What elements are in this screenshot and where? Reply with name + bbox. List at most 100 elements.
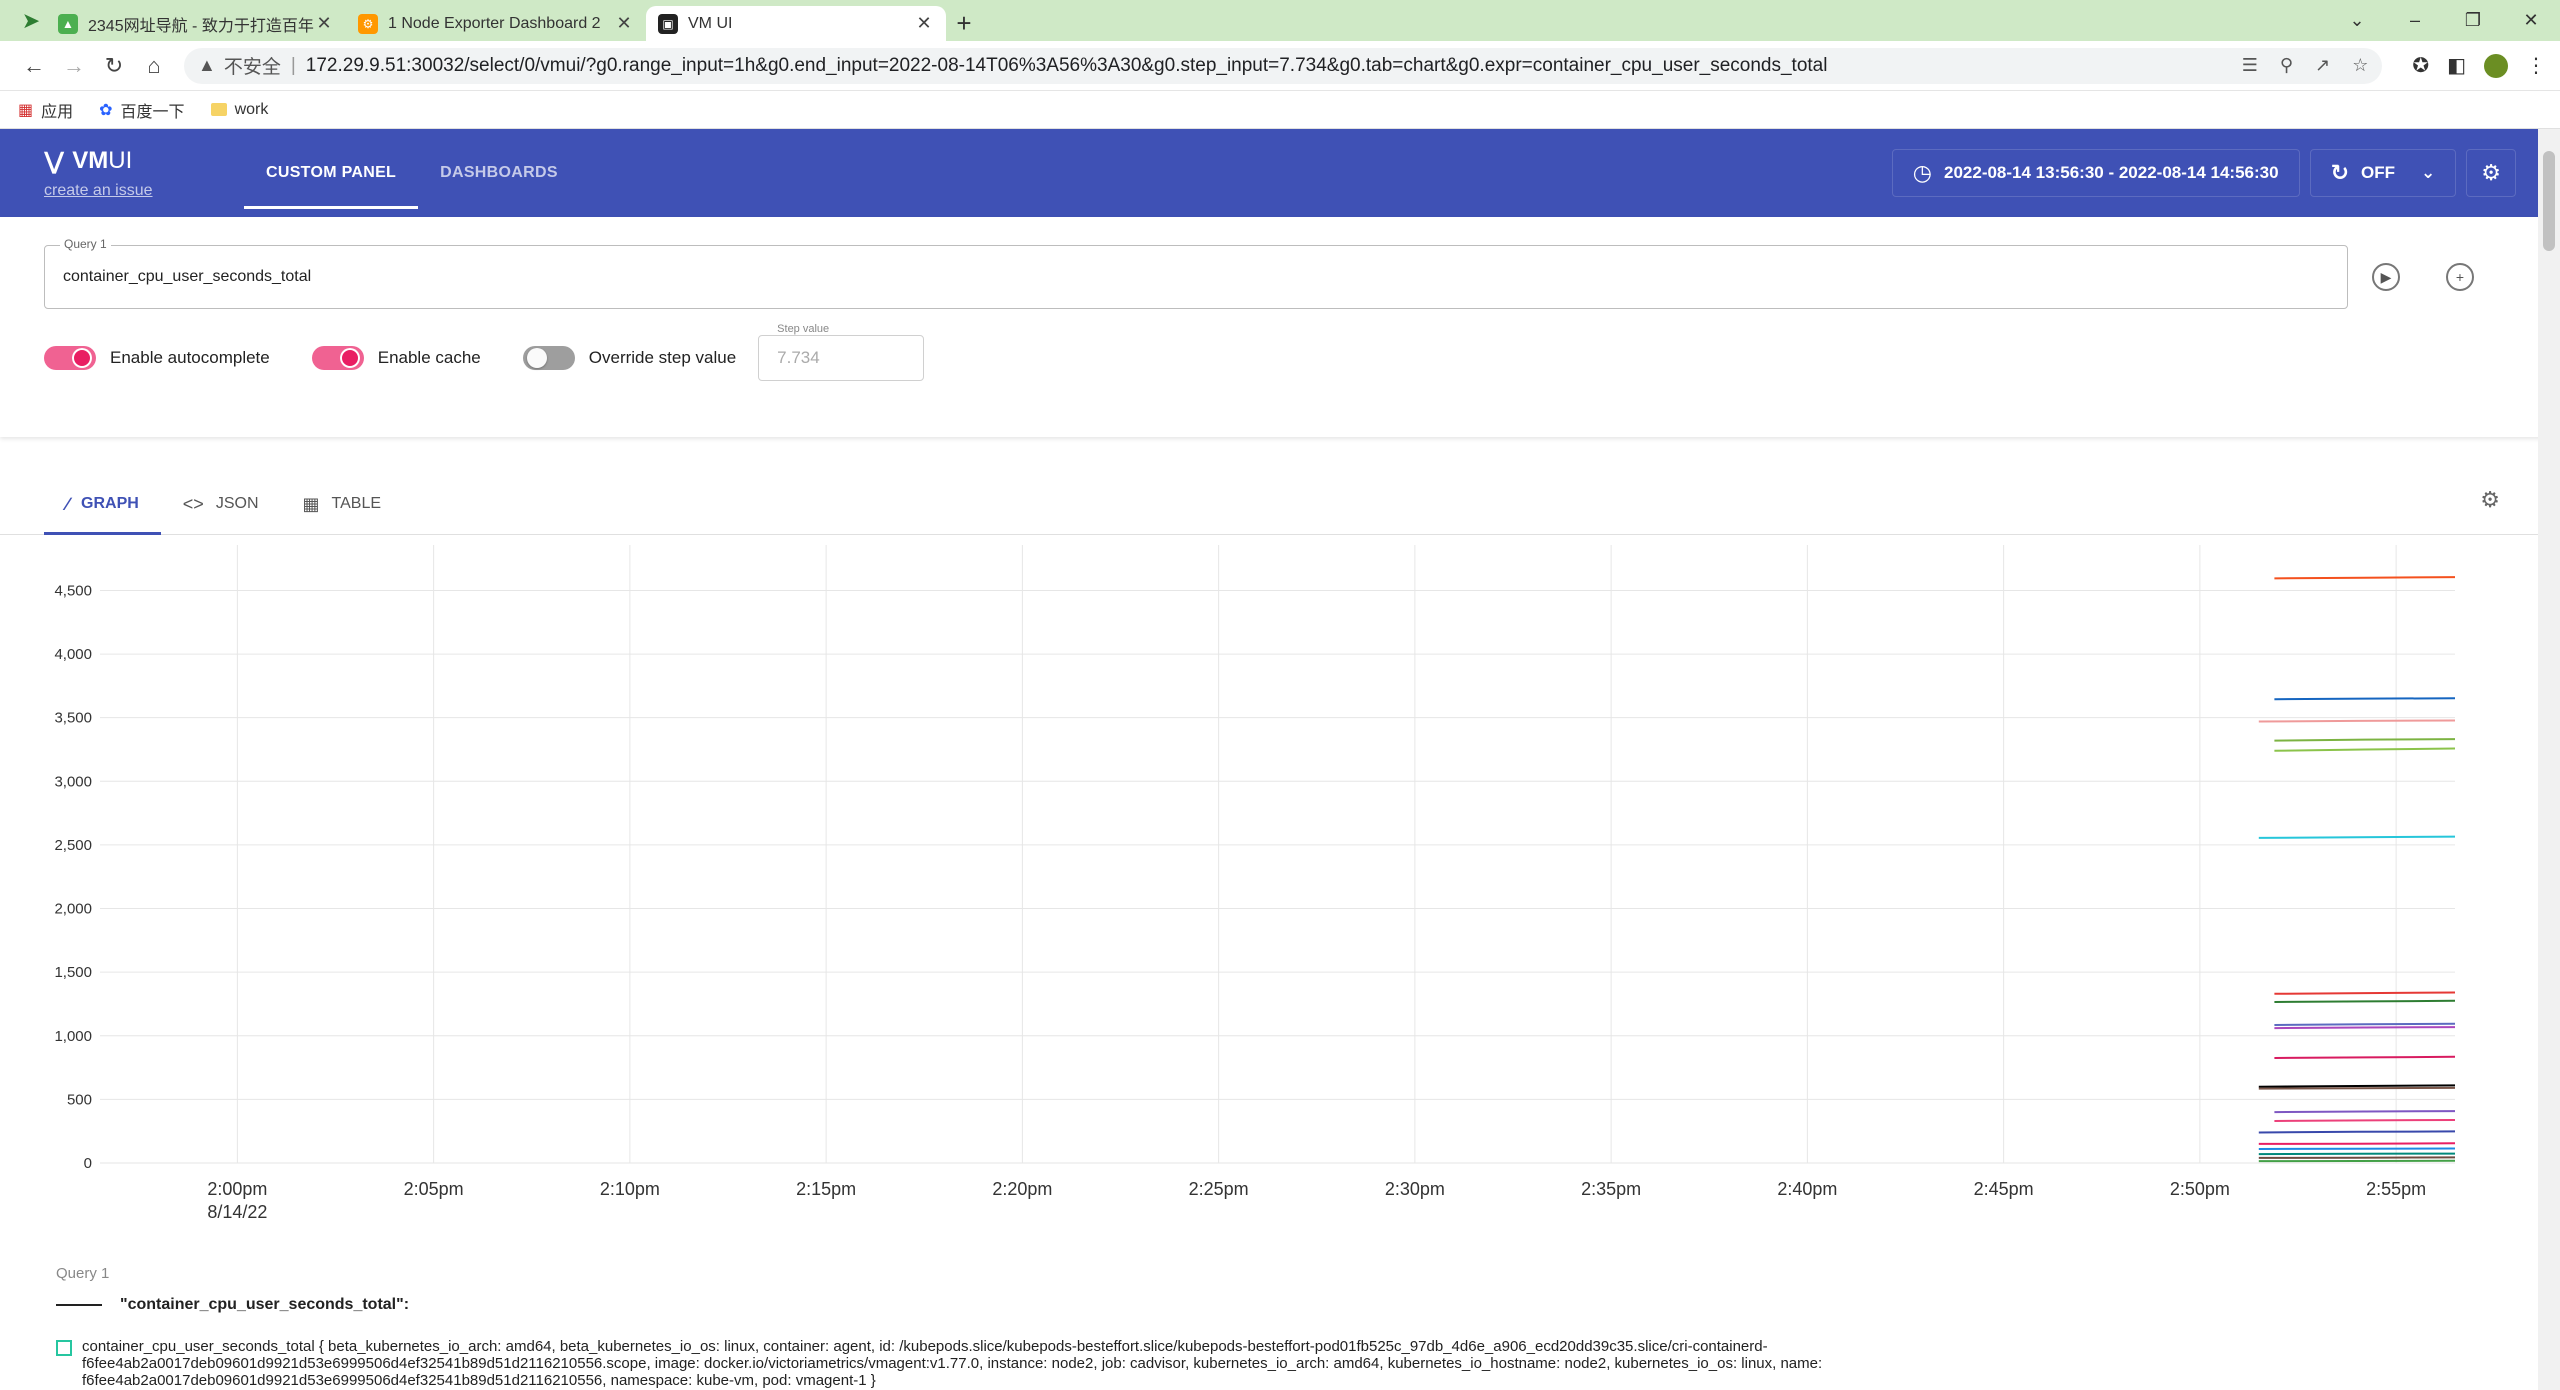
- share-icon[interactable]: ↗: [2315, 55, 2330, 76]
- line-chart[interactable]: 0 500 1,000 1,500 2,000 2,500 3,000 3,500 4,000 4…: [0, 535, 2538, 1265]
- folder-icon: [210, 103, 227, 116]
- tab-graph-label: GRAPH: [81, 495, 139, 512]
- x-tick-label: 2:05pm: [404, 1179, 464, 1199]
- series-line: [2274, 991, 2456, 995]
- refresh-button[interactable]: ↻ OFF ⌄: [2309, 149, 2457, 197]
- window-controls: ⌄ – ❐ ✕: [2328, 0, 2560, 41]
- browser-tab-2345[interactable]: ▲ 2345网址导航 - 致力于打造百年品牌 ✕: [46, 6, 346, 41]
- y-tick-label: 2,000: [54, 901, 92, 918]
- series-line: [2274, 697, 2456, 701]
- chevron-down-icon[interactable]: ⌄: [2328, 0, 2386, 41]
- step-value-label: Step value: [774, 323, 833, 335]
- series-line: [2258, 1156, 2456, 1159]
- vmui-logo[interactable]: ⋁ VMUI: [44, 147, 244, 176]
- legend-item-label: container_cpu_user_seconds_total { beta_…: [82, 1338, 1823, 1389]
- autocomplete-toggle[interactable]: Enable autocomplete: [44, 346, 270, 370]
- line-chart-icon: ∕: [66, 493, 70, 514]
- app-header: ⋁ VMUI create an issue CUSTOM PANEL DASH…: [0, 129, 2560, 217]
- reload-icon[interactable]: ↻: [94, 46, 134, 86]
- override-step-toggle[interactable]: Override step value: [522, 346, 736, 370]
- extensions-icon[interactable]: ✪: [2412, 53, 2429, 78]
- y-tick-label: 3,000: [54, 773, 92, 790]
- time-range-button[interactable]: ◷ 2022-08-14 13:56:30 - 2022-08-14 14:56…: [1891, 149, 2300, 197]
- cache-switch[interactable]: [311, 346, 364, 370]
- close-window-icon[interactable]: ✕: [2502, 0, 2560, 41]
- forward-icon[interactable]: →: [54, 46, 94, 86]
- step-value-field: Step value 7.734: [758, 323, 925, 381]
- time-range-text: 2022-08-14 13:56:30 - 2022-08-14 14:56:3…: [1944, 163, 2279, 182]
- query-input[interactable]: container_cpu_user_seconds_total: [44, 245, 2348, 309]
- query-row: container_cpu_user_seconds_total ▶ +: [44, 245, 2516, 309]
- cache-label: Enable cache: [377, 348, 481, 367]
- warning-icon[interactable]: ▲: [198, 55, 216, 76]
- back-icon[interactable]: ←: [14, 46, 54, 86]
- more-menu-icon[interactable]: ⋮: [2526, 53, 2546, 78]
- browser-tab-strip: ➤ ▲ 2345网址导航 - 致力于打造百年品牌 ✕ ⚙ 1 Node Expo…: [0, 0, 2560, 41]
- series-line: [2258, 719, 2456, 723]
- scroll-thumb[interactable]: [2543, 151, 2555, 251]
- close-icon[interactable]: ✕: [914, 13, 934, 34]
- translate-icon[interactable]: ☰: [2242, 55, 2258, 76]
- graph-settings-icon[interactable]: ⚙: [2480, 487, 2500, 513]
- victoria-logo-icon: ⋁: [44, 147, 65, 175]
- add-query-button[interactable]: +: [2446, 263, 2474, 291]
- browser-logo-icon[interactable]: ➤: [16, 0, 46, 41]
- close-icon[interactable]: ✕: [314, 13, 334, 34]
- series-line: [2258, 1147, 2456, 1150]
- star-icon[interactable]: ☆: [2352, 55, 2368, 76]
- series-line: [2258, 1086, 2456, 1090]
- tab-dashboards[interactable]: DASHBOARDS: [418, 129, 580, 217]
- series-line: [2274, 1026, 2456, 1030]
- zoom-icon[interactable]: ⚲: [2280, 55, 2293, 76]
- logo-block: ⋁ VMUI create an issue: [44, 147, 244, 200]
- result-tabs: ∕ GRAPH <> JSON ▦ TABLE ⚙: [0, 457, 2560, 535]
- url-input[interactable]: ▲ 不安全 | 172.29.9.51:30032/select/0/vmui/…: [184, 47, 2383, 84]
- series-line: [2274, 747, 2456, 752]
- bookmark-label: work: [234, 100, 269, 118]
- tab-title: VM UI: [688, 14, 733, 32]
- override-step-switch[interactable]: [522, 346, 575, 370]
- legend-item[interactable]: container_cpu_user_seconds_total { beta_…: [56, 1338, 2504, 1389]
- home-icon[interactable]: ⌂: [134, 46, 174, 86]
- legend-line-swatch: [56, 1304, 102, 1306]
- cache-toggle[interactable]: Enable cache: [311, 346, 481, 370]
- x-tick-label: 2:10pm: [600, 1179, 660, 1199]
- clock-icon: ◷: [1912, 160, 1932, 185]
- execute-query-button[interactable]: ▶: [2372, 263, 2400, 291]
- browser-tab-vmui[interactable]: ▣ VM UI ✕: [646, 6, 946, 41]
- autocomplete-switch[interactable]: [44, 346, 96, 370]
- y-tick-label: 4,000: [54, 646, 92, 663]
- table-icon: ▦: [302, 493, 320, 514]
- tab-favicon-icon: ▲: [58, 13, 78, 34]
- close-icon[interactable]: ✕: [614, 13, 634, 34]
- create-issue-link[interactable]: create an issue: [44, 182, 244, 200]
- page-scrollbar[interactable]: [2538, 129, 2560, 1390]
- x-tick-label: 2:25pm: [1189, 1179, 1249, 1199]
- legend: Query 1 "container_cpu_user_seconds_tota…: [0, 1265, 2560, 1389]
- x-tick-label: 2:40pm: [1777, 1179, 1837, 1199]
- y-tick-label: 3,500: [54, 710, 92, 727]
- code-icon: <>: [182, 493, 204, 514]
- x-tick-label: 2:45pm: [1974, 1179, 2034, 1199]
- bookmark-apps[interactable]: ▦ 应用: [18, 98, 73, 122]
- profile-avatar[interactable]: [2484, 53, 2508, 78]
- y-tick-label: 500: [67, 1091, 92, 1108]
- settings-button[interactable]: ⚙: [2466, 149, 2516, 197]
- minimize-icon[interactable]: –: [2386, 0, 2444, 41]
- autocomplete-label: Enable autocomplete: [110, 348, 270, 367]
- side-panel-icon[interactable]: ◧: [2447, 53, 2466, 78]
- tab-favicon-icon: ⚙: [358, 13, 378, 34]
- bookmark-baidu[interactable]: ✿ 百度一下: [99, 98, 184, 122]
- bookmark-work[interactable]: work: [210, 100, 269, 119]
- tab-json[interactable]: <> JSON: [161, 474, 281, 534]
- tab-graph[interactable]: ∕ GRAPH: [44, 474, 161, 535]
- new-tab-button[interactable]: +: [946, 6, 982, 41]
- tab-table[interactable]: ▦ TABLE: [281, 474, 404, 534]
- restore-icon[interactable]: ❐: [2444, 0, 2502, 41]
- series-line: [2258, 1142, 2456, 1145]
- step-value-input[interactable]: 7.734: [758, 335, 925, 381]
- legend-checkbox[interactable]: [56, 1340, 72, 1356]
- separator: |: [290, 54, 296, 76]
- browser-tab-node-exporter[interactable]: ⚙ 1 Node Exporter Dashboard 2 ✕: [346, 6, 646, 41]
- tab-custom-panel[interactable]: CUSTOM PANEL: [244, 129, 419, 217]
